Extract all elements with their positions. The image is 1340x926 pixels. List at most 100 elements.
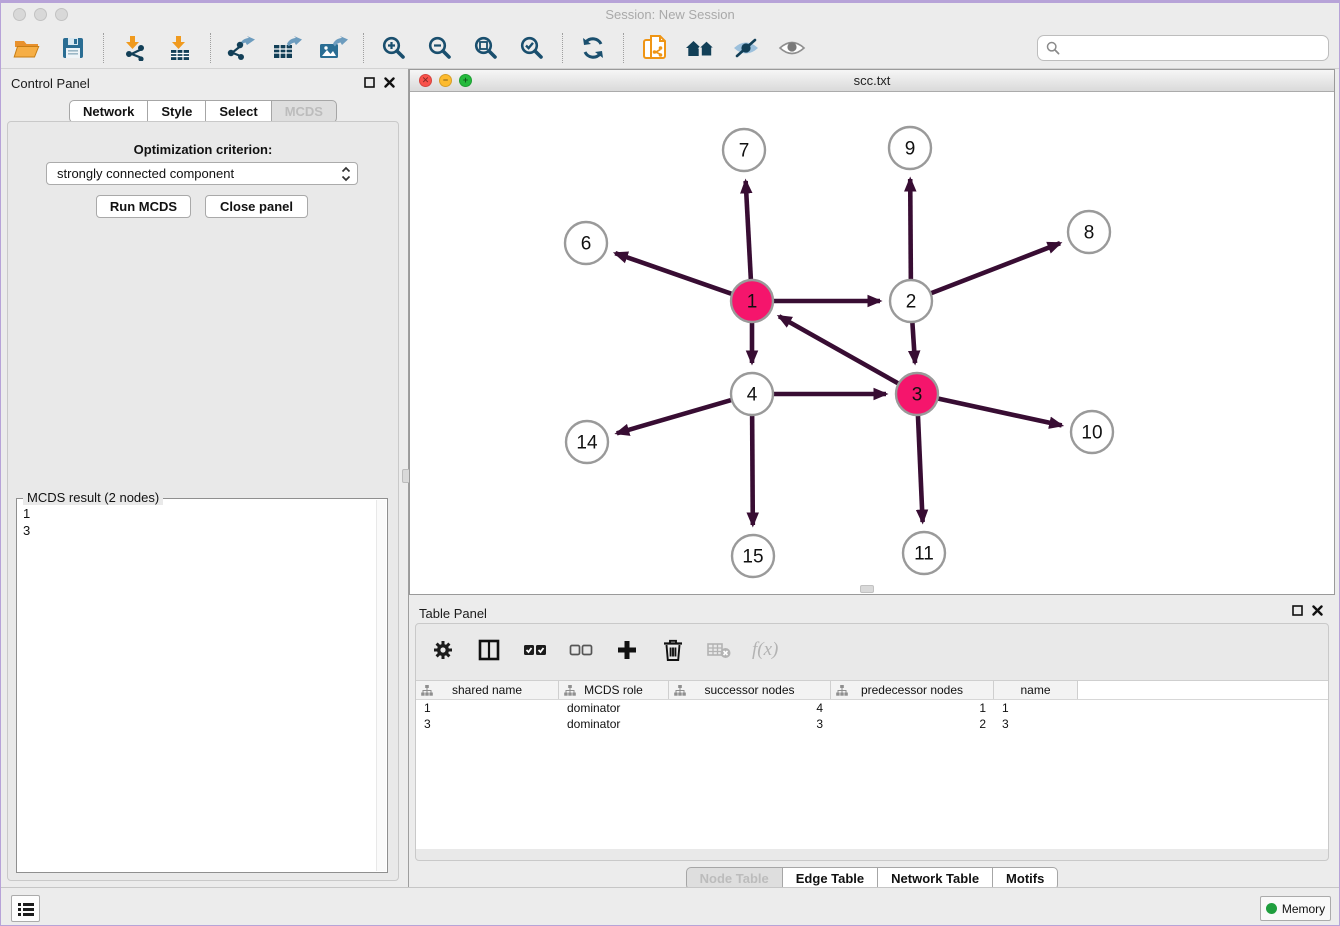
import-table-button[interactable]	[160, 32, 200, 64]
edge-3-10[interactable]	[936, 398, 1062, 425]
optimization-criterion-select[interactable]: strongly connected component	[46, 162, 358, 185]
search-field[interactable]	[1037, 35, 1329, 61]
toolbar-separator	[103, 33, 104, 63]
node-15[interactable]: 15	[732, 535, 774, 577]
export-image-button[interactable]	[313, 32, 353, 64]
function-builder-button[interactable]: f(x)	[752, 639, 778, 661]
float-panel-icon[interactable]	[1292, 605, 1303, 616]
memory-button[interactable]: Memory	[1260, 896, 1331, 921]
table-settings-button[interactable]	[430, 637, 456, 663]
svg-text:7: 7	[739, 141, 750, 162]
add-column-button[interactable]	[614, 637, 640, 663]
delete-table-button[interactable]	[706, 637, 732, 663]
svg-text:11: 11	[914, 544, 934, 565]
zoom-fit-button[interactable]	[466, 32, 506, 64]
export-table-button[interactable]	[267, 32, 307, 64]
table-cell[interactable]: 3	[669, 716, 831, 732]
save-session-button[interactable]	[53, 32, 93, 64]
node-7[interactable]: 7	[723, 129, 765, 171]
table-cell[interactable]: 1	[416, 700, 559, 716]
table-cell[interactable]: 2	[831, 716, 994, 732]
edge-2-3[interactable]	[912, 320, 915, 363]
node-table[interactable]: shared nameMCDS rolesuccessor nodesprede…	[416, 680, 1328, 849]
node-2[interactable]: 2	[890, 280, 932, 322]
close-panel-icon[interactable]	[1312, 605, 1323, 616]
table-row[interactable]: 3dominator323	[416, 716, 1328, 732]
svg-text:1: 1	[747, 292, 758, 313]
svg-text:6: 6	[581, 234, 592, 255]
refresh-button[interactable]	[573, 32, 613, 64]
attribute-tree-icon	[674, 685, 686, 696]
edge-4-15[interactable]	[752, 413, 753, 525]
edge-3-1[interactable]	[779, 316, 900, 384]
node-1[interactable]: 1	[731, 280, 773, 322]
edge-4-14[interactable]	[617, 399, 734, 433]
zoom-selected-button[interactable]	[512, 32, 552, 64]
column-header-successor-nodes[interactable]: successor nodes	[669, 681, 831, 699]
zoom-in-button[interactable]	[374, 32, 414, 64]
close-panel-button[interactable]: Close panel	[205, 195, 308, 218]
table-cell[interactable]: dominator	[559, 700, 669, 716]
column-header-MCDS-role[interactable]: MCDS role	[559, 681, 669, 699]
delete-column-button[interactable]	[660, 637, 686, 663]
first-neighbors-button[interactable]	[634, 32, 674, 64]
network-canvas[interactable]: 7 9 6 8 1 2 4 3 14 10 15 11	[410, 92, 1334, 594]
app-title: Session: New Session	[1, 7, 1339, 22]
select-all-button[interactable]	[522, 637, 548, 663]
tab-select[interactable]: Select	[205, 100, 271, 123]
column-header-predecessor-nodes[interactable]: predecessor nodes	[831, 681, 994, 699]
node-9[interactable]: 9	[889, 127, 931, 169]
column-view-button[interactable]	[476, 637, 502, 663]
column-header-shared-name[interactable]: shared name	[416, 681, 559, 699]
table-cell[interactable]: 3	[994, 716, 1078, 732]
deselect-all-button[interactable]	[568, 637, 594, 663]
import-network-icon	[121, 35, 147, 61]
table-cell[interactable]: 1	[831, 700, 994, 716]
node-4[interactable]: 4	[731, 373, 773, 415]
mcds-result-text[interactable]: 1 3	[17, 502, 375, 872]
open-session-button[interactable]	[7, 32, 47, 64]
task-history-button[interactable]	[11, 895, 40, 922]
tab-mcds[interactable]: MCDS	[271, 100, 337, 123]
edge-2-9[interactable]	[910, 179, 911, 282]
node-11[interactable]: 11	[903, 532, 945, 574]
node-10[interactable]: 10	[1071, 411, 1113, 453]
show-all-button[interactable]	[772, 32, 812, 64]
import-network-button[interactable]	[114, 32, 154, 64]
table-cell[interactable]: 3	[416, 716, 559, 732]
run-mcds-button[interactable]: Run MCDS	[96, 195, 191, 218]
zoom-out-button[interactable]	[420, 32, 460, 64]
tab-style[interactable]: Style	[147, 100, 206, 123]
node-14[interactable]: 14	[566, 421, 608, 463]
node-6[interactable]: 6	[565, 222, 607, 264]
network-graph[interactable]: 7 9 6 8 1 2 4 3 14 10 15 11	[410, 92, 1334, 594]
gear-icon	[432, 639, 454, 661]
export-network-button[interactable]	[221, 32, 261, 64]
node-8[interactable]: 8	[1068, 211, 1110, 253]
home-button[interactable]	[680, 32, 720, 64]
horizontal-splitter-handle[interactable]	[860, 585, 874, 593]
float-panel-icon[interactable]	[364, 77, 375, 88]
plus-icon	[616, 639, 638, 661]
control-panel: Control Panel NetworkStyleSelectMCDS Opt…	[1, 69, 405, 891]
result-scrollbar[interactable]	[376, 500, 386, 871]
node-3[interactable]: 3	[896, 373, 938, 415]
search-input[interactable]	[1065, 41, 1320, 56]
hide-selected-button[interactable]	[726, 32, 766, 64]
close-panel-icon[interactable]	[384, 77, 395, 88]
tab-network[interactable]: Network	[69, 100, 148, 123]
edge-1-6[interactable]	[615, 253, 734, 295]
table-cell[interactable]: dominator	[559, 716, 669, 732]
first-neighbors-icon	[641, 34, 667, 62]
table-row[interactable]: 1dominator411	[416, 700, 1328, 716]
table-cell[interactable]: 4	[669, 700, 831, 716]
memory-status-icon	[1266, 903, 1277, 914]
refresh-icon	[580, 35, 606, 61]
table-cell[interactable]: 1	[994, 700, 1078, 716]
edge-2-8[interactable]	[929, 243, 1060, 294]
edge-1-7[interactable]	[746, 181, 751, 282]
column-header-name[interactable]: name	[994, 681, 1078, 699]
edge-3-11[interactable]	[918, 413, 923, 522]
network-window-titlebar[interactable]: ✕ − + scc.txt	[410, 70, 1334, 92]
home-icon	[685, 36, 715, 60]
